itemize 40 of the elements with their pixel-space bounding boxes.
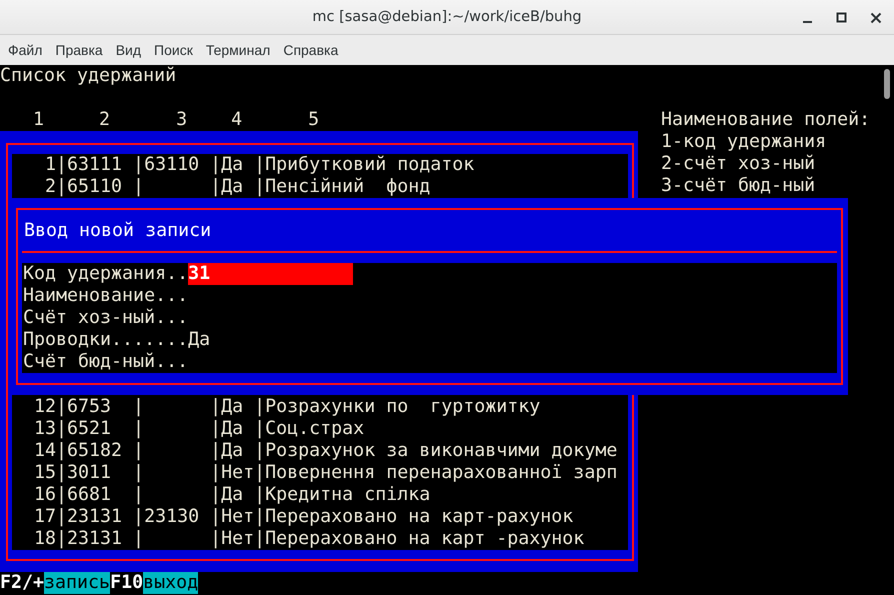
menu-item[interactable]: Файл xyxy=(8,42,42,58)
menu-item[interactable]: Правка xyxy=(55,42,103,58)
legend-line: 1-код удержания xyxy=(661,131,826,152)
menu-item[interactable]: Справка xyxy=(283,42,338,58)
field-label: Код удержания.. xyxy=(23,263,188,285)
field-label: Счёт бюд-ный... xyxy=(23,351,188,373)
list-row[interactable]: 14|65182 | |Да |Розрахунок за виконавчими докуме xyxy=(12,440,628,462)
field-value[interactable]: Да xyxy=(188,329,210,351)
hotkey-label[interactable]: запись xyxy=(44,572,110,594)
screen-title: Список удержаний xyxy=(0,65,176,86)
list-row[interactable]: 12|6753 | |Да |Розрахунки по гуртожитку xyxy=(12,396,628,418)
column-number: 3 xyxy=(176,109,188,130)
close-icon[interactable] xyxy=(870,12,882,24)
maximize-icon[interactable] xyxy=(836,12,848,24)
window-title: mc [sasa@debian]:~/work/iceB/buhg xyxy=(312,9,582,25)
hotkey[interactable]: F2/+ xyxy=(0,572,44,594)
legend-line: 3-счёт бюд-ный xyxy=(661,175,816,196)
input-field[interactable]: 31 xyxy=(188,263,354,285)
column-number: 5 xyxy=(308,109,320,130)
column-number: 2 xyxy=(99,109,110,130)
field-label: Счёт хоз-ный... xyxy=(23,307,188,329)
column-number: 1 xyxy=(33,109,44,130)
list-row[interactable]: 15|3011 | |Нет|Повернення перенарахованної зарп xyxy=(12,462,628,484)
dialog-title: Ввод новой записи xyxy=(24,220,212,241)
list-row[interactable]: 18|23131 | |Нет|Перераховано на карт -рахунок xyxy=(12,528,628,550)
legend-line: 2-счёт хоз-ный xyxy=(661,153,816,174)
list-row[interactable]: 13|6521 | |Да |Соц.страх xyxy=(12,418,628,440)
list-row[interactable]: 2|65110 | |Да |Пенсійний фонд xyxy=(12,176,628,198)
field-label: Проводки....... xyxy=(23,329,188,351)
field-label: Наименование... xyxy=(23,285,188,307)
column-number: 4 xyxy=(231,109,242,130)
menu-item[interactable]: Поиск xyxy=(154,42,193,58)
menu-item[interactable]: Терминал xyxy=(206,42,270,58)
hotkey[interactable]: F10 xyxy=(110,572,144,594)
list-row[interactable]: 16|6681 | |Да |Кредитна спілка xyxy=(12,484,628,506)
list-row[interactable]: 1|63111 |63110 |Да |Прибутковий податок xyxy=(12,154,628,176)
list-row[interactable]: 17|23131 |23130 |Нет|Перераховано на карт-рахунок xyxy=(12,506,628,528)
legend-line: Наименование полей: xyxy=(661,109,870,130)
menu-item[interactable]: Вид xyxy=(116,42,142,58)
hotkey-label[interactable]: выход xyxy=(143,572,198,594)
